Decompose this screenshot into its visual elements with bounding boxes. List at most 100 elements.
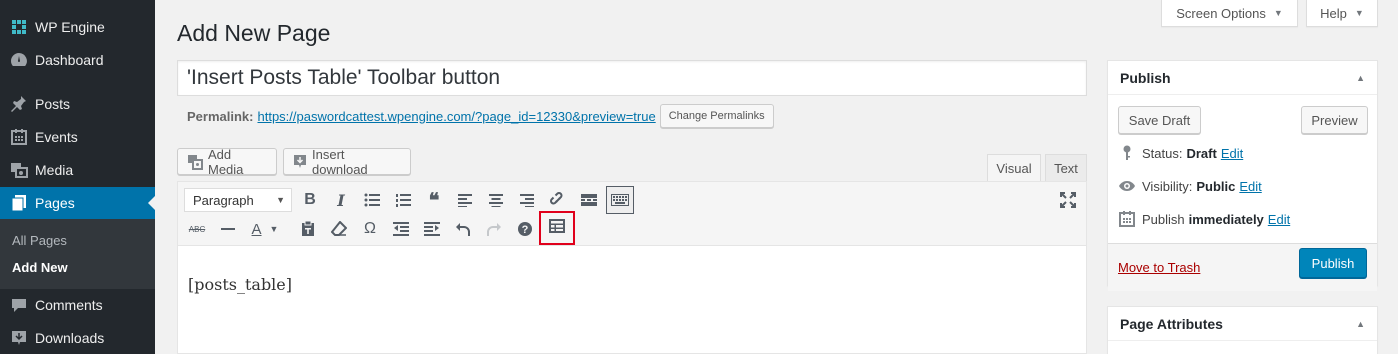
sidebar-item-events[interactable]: Events: [0, 121, 155, 153]
align-right-icon[interactable]: [513, 186, 541, 214]
add-media-icon: [187, 154, 203, 170]
tab-text[interactable]: Text: [1045, 154, 1087, 181]
sidebar-item-label: Dashboard: [35, 52, 104, 68]
text-color-icon: A: [251, 220, 262, 238]
download-icon: [293, 154, 307, 170]
submenu-item-all-pages[interactable]: All Pages: [12, 233, 67, 248]
help-button[interactable]: Help ▼: [1306, 0, 1378, 27]
link-icon[interactable]: [544, 186, 572, 214]
toolbar-toggle-icon[interactable]: [606, 186, 634, 214]
read-more-icon[interactable]: [575, 186, 603, 214]
submenu-item-add-new[interactable]: Add New: [12, 260, 68, 275]
status-value: Draft: [1186, 145, 1217, 161]
outdent-icon[interactable]: [387, 215, 415, 243]
insert-download-label: Insert download: [312, 146, 368, 177]
visibility-label: Visibility:: [1142, 178, 1193, 194]
svg-text:?: ?: [522, 224, 529, 236]
caret-down-icon: ▼: [276, 195, 285, 205]
clear-formatting-icon[interactable]: [325, 215, 353, 243]
text-color-button[interactable]: A ▼: [244, 215, 286, 243]
insert-posts-table-button[interactable]: [539, 211, 575, 245]
format-select[interactable]: Paragraph ▼: [184, 188, 292, 212]
blockquote-icon[interactable]: ❝: [420, 186, 448, 214]
change-permalinks-button[interactable]: Change Permalinks: [659, 104, 774, 128]
preview-button[interactable]: Preview: [1301, 106, 1368, 134]
publish-box: Publish ▲ Save Draft Preview Status: Dra…: [1107, 60, 1378, 291]
help-icon[interactable]: ?: [511, 215, 539, 243]
current-menu-arrow: [148, 196, 155, 210]
numbered-list-icon[interactable]: [389, 186, 417, 214]
table-icon: [549, 219, 565, 237]
page-attributes-header[interactable]: Page Attributes ▲: [1108, 307, 1377, 341]
add-media-label: Add Media: [208, 146, 244, 177]
visibility-row: Visibility: Public Edit: [1118, 176, 1262, 196]
pin-icon: [9, 95, 29, 113]
edit-visibility-link[interactable]: Edit: [1239, 179, 1261, 194]
caret-down-icon: ▼: [1354, 8, 1364, 18]
permalink-link[interactable]: https://paswordcattest.wpengine.com/?pag…: [257, 109, 655, 124]
permalink-label: Permalink:: [187, 108, 254, 124]
editor-content[interactable]: [posts_table]: [188, 275, 292, 294]
move-to-trash-link[interactable]: Move to Trash: [1118, 260, 1200, 275]
post-title-input[interactable]: [177, 60, 1087, 96]
publish-actions: Move to Trash Publish: [1108, 243, 1377, 291]
admin-sidebar: WP Engine Dashboard Posts Events Media P…: [0, 0, 155, 354]
insert-download-button[interactable]: Insert download: [283, 146, 411, 177]
content-editor: Paragraph ▼ B I ❝ ABC A ▼ Ω ? [posts_tab…: [177, 181, 1087, 354]
key-icon: [1118, 145, 1136, 161]
dashboard-icon: [9, 52, 29, 68]
sidebar-item-label: Pages: [35, 195, 75, 211]
eye-icon: [1118, 180, 1136, 192]
special-character-icon[interactable]: Ω: [356, 215, 384, 243]
sidebar-item-comments[interactable]: Comments: [0, 289, 155, 321]
strikethrough-icon[interactable]: ABC: [183, 215, 211, 243]
collapse-arrow-icon[interactable]: ▲: [1356, 73, 1365, 83]
publish-date-row: Publish immediately Edit: [1118, 209, 1290, 229]
paste-as-text-icon[interactable]: [294, 215, 322, 243]
sidebar-item-downloads[interactable]: Downloads: [0, 322, 155, 354]
indent-icon[interactable]: [418, 215, 446, 243]
undo-icon[interactable]: [449, 215, 477, 243]
pages-submenu: All Pages Add New: [0, 219, 155, 289]
align-left-icon[interactable]: [451, 186, 479, 214]
bulleted-list-icon[interactable]: [358, 186, 386, 214]
edit-publish-date-link[interactable]: Edit: [1268, 212, 1290, 227]
horizontal-line-icon[interactable]: [214, 215, 242, 243]
align-center-icon[interactable]: [482, 186, 510, 214]
pages-icon: [9, 194, 29, 212]
sidebar-item-label: Downloads: [35, 330, 105, 346]
status-label: Status:: [1142, 145, 1183, 161]
tab-visual[interactable]: Visual: [987, 154, 1041, 182]
fullscreen-icon[interactable]: [1054, 186, 1082, 214]
publish-box-header[interactable]: Publish ▲: [1108, 61, 1377, 95]
calendar-icon: [9, 129, 29, 145]
sidebar-item-dashboard[interactable]: Dashboard: [0, 44, 155, 76]
sidebar-item-pages[interactable]: Pages: [0, 187, 155, 219]
download-icon: [9, 330, 29, 346]
bold-button[interactable]: B: [296, 186, 324, 214]
publish-date-label: Publish: [1142, 211, 1185, 227]
wp-engine-icon: [9, 19, 29, 35]
page-attributes-box: Page Attributes ▲: [1107, 306, 1378, 354]
redo-icon[interactable]: [480, 215, 508, 243]
caret-down-icon: ▼: [1273, 8, 1283, 18]
italic-button[interactable]: I: [327, 186, 355, 214]
screen-options-button[interactable]: Screen Options ▼: [1161, 0, 1298, 27]
sidebar-item-posts[interactable]: Posts: [0, 88, 155, 120]
save-draft-button[interactable]: Save Draft: [1118, 106, 1201, 134]
sidebar-item-label: WP Engine: [35, 19, 105, 35]
collapse-arrow-icon[interactable]: ▲: [1356, 319, 1365, 329]
add-media-button[interactable]: Add Media: [177, 146, 277, 177]
page-title: Add New Page: [177, 20, 331, 46]
sidebar-item-media[interactable]: Media: [0, 154, 155, 186]
publish-button[interactable]: Publish: [1299, 248, 1367, 278]
sidebar-item-wp-engine[interactable]: WP Engine: [0, 11, 155, 43]
permalink-row: Permalink: https://paswordcattest.wpengi…: [187, 104, 774, 128]
format-select-value: Paragraph: [193, 192, 254, 208]
sidebar-item-label: Media: [35, 162, 74, 178]
edit-status-link[interactable]: Edit: [1221, 146, 1243, 161]
sidebar-item-label: Posts: [35, 96, 71, 112]
screen-options-label: Screen Options: [1176, 5, 1266, 21]
calendar-icon: [1118, 211, 1136, 227]
publish-date-value: immediately: [1188, 211, 1264, 227]
